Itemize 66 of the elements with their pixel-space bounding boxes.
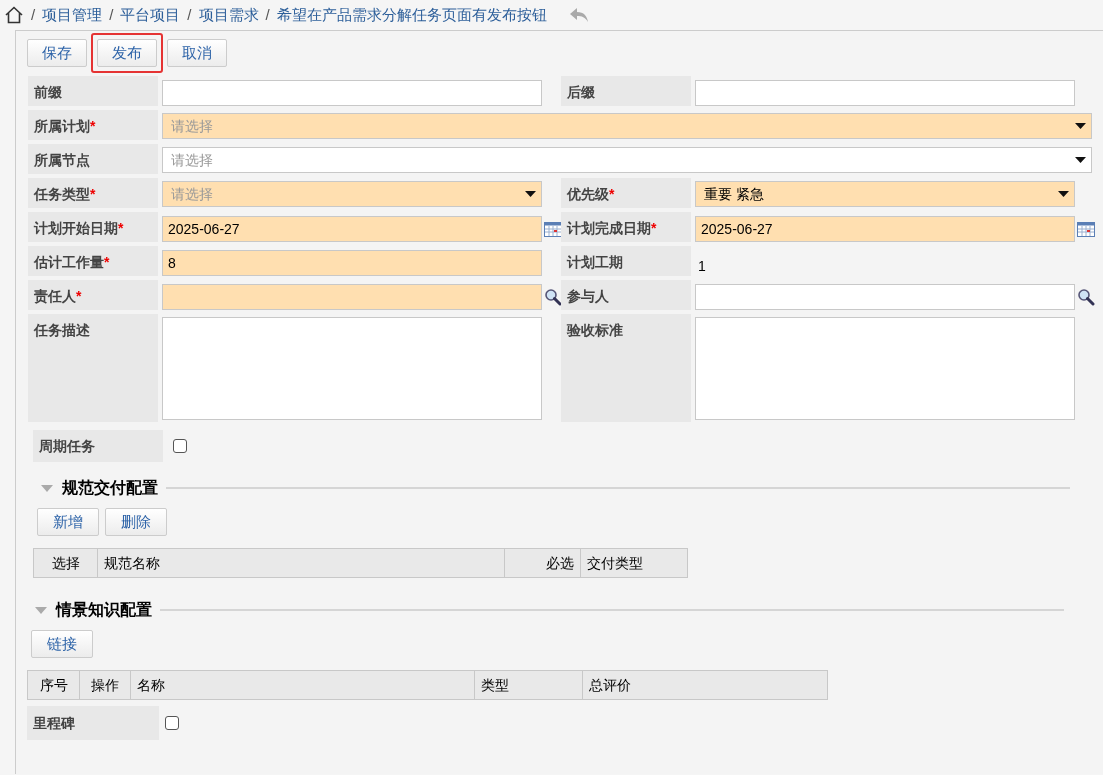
text-field[interactable] (162, 283, 542, 310)
breadcrumb-separator: / (31, 4, 36, 25)
column-header: 必选 (546, 553, 574, 573)
field-label: 优先级* (561, 178, 691, 208)
toolbar-button[interactable]: 发布 (97, 39, 157, 67)
field-label: 前缀 (28, 76, 158, 106)
breadcrumb-link[interactable]: 项目需求 (198, 3, 259, 27)
section-title: 规范交付配置 (62, 478, 158, 498)
toolbar-button[interactable]: 取消 (167, 39, 227, 67)
caret-icon (1058, 191, 1069, 197)
collapse-triangle-icon[interactable] (35, 606, 47, 614)
column-header: 序号 (39, 675, 68, 695)
checkbox[interactable] (165, 716, 179, 730)
column-header: 类型 (481, 675, 509, 695)
breadcrumb-separator: / (109, 4, 114, 25)
field-label: 责任人* (28, 280, 158, 310)
field-label: 验收标准 (561, 314, 691, 422)
field-label: 计划开始日期* (28, 212, 158, 242)
column-header: 总评价 (589, 675, 631, 695)
collapse-triangle-icon[interactable] (41, 484, 53, 492)
field-label: 计划工期 (561, 246, 691, 276)
calendar-icon[interactable] (544, 220, 562, 237)
dropdown-field[interactable]: 重要 紧急 (695, 181, 1075, 207)
breadcrumb-separator: / (265, 4, 270, 25)
checkbox[interactable] (173, 439, 187, 453)
field-value: 1 (698, 258, 706, 274)
column-header: 交付类型 (587, 553, 643, 573)
section-title: 情景知识配置 (56, 600, 152, 620)
action-button[interactable]: 新增 (37, 508, 99, 536)
text-field[interactable]: 8 (162, 249, 542, 276)
back-arrow-icon[interactable] (568, 7, 589, 23)
field-label: 任务类型* (28, 178, 158, 208)
text-area[interactable] (162, 317, 542, 420)
home-icon[interactable] (4, 6, 24, 24)
column-header: 操作 (91, 675, 119, 695)
breadcrumb-separator: / (187, 4, 192, 25)
column-header: 名称 (137, 675, 165, 695)
caret-icon (1075, 123, 1086, 129)
field-label: 周期任务 (33, 430, 163, 462)
date-field[interactable]: 2025-06-27 (695, 215, 1075, 242)
column-header: 规范名称 (104, 553, 160, 573)
action-button[interactable]: 链接 (31, 630, 93, 658)
field-label: 计划完成日期* (561, 212, 691, 242)
breadcrumb-link[interactable]: 项目管理 (42, 3, 103, 27)
field-label: 任务描述 (28, 314, 158, 422)
field-label: 参与人 (561, 280, 691, 310)
date-field[interactable]: 2025-06-27 (162, 215, 542, 242)
toolbar-button[interactable]: 保存 (27, 39, 87, 67)
breadcrumb-link[interactable]: 希望在产品需求分解任务页面有发布按钮 (276, 3, 547, 27)
caret-icon (525, 191, 536, 197)
field-label: 估计工作量* (28, 246, 158, 276)
field-label: 所属节点 (28, 144, 158, 174)
action-button[interactable]: 删除 (105, 508, 167, 536)
field-label: 里程碑 (27, 706, 159, 740)
calendar-icon[interactable] (1077, 220, 1095, 237)
text-field[interactable] (162, 79, 542, 106)
search-icon[interactable] (1077, 287, 1095, 306)
column-header: 选择 (51, 553, 80, 573)
text-field[interactable] (695, 79, 1075, 106)
field-label: 后缀 (561, 76, 691, 106)
search-icon[interactable] (544, 287, 562, 306)
field-label: 所属计划* (28, 110, 158, 140)
caret-icon (1075, 157, 1086, 163)
text-field[interactable] (695, 283, 1075, 310)
text-area[interactable] (695, 317, 1075, 420)
breadcrumb-link[interactable]: 平台项目 (120, 3, 181, 27)
